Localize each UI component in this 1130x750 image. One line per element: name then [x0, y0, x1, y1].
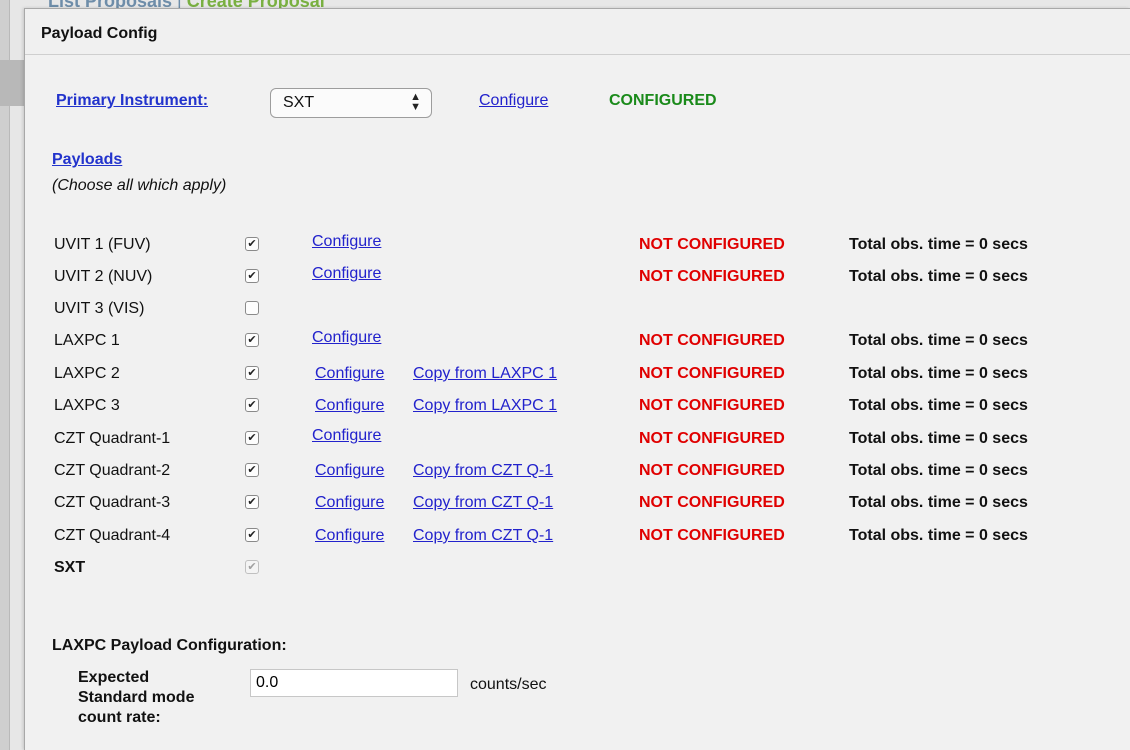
- payload-configure-link[interactable]: Configure: [315, 494, 384, 512]
- primary-instrument-selected: SXT: [283, 94, 315, 111]
- payload-total-time: Total obs. time = 0 secs: [849, 494, 1028, 511]
- payload-status: NOT CONFIGURED: [639, 268, 785, 285]
- payload-name: CZT Quadrant-3: [54, 494, 171, 511]
- payload-checkbox[interactable]: ✔: [245, 333, 259, 347]
- payload-configure-link[interactable]: Configure: [315, 527, 384, 545]
- payload-status: NOT CONFIGURED: [639, 527, 785, 544]
- payload-name: UVIT 3 (VIS): [54, 300, 145, 317]
- payload-configure-link[interactable]: Configure: [315, 462, 384, 480]
- laxpc-field-label-line1: Expected: [78, 669, 150, 686]
- payload-status: NOT CONFIGURED: [639, 365, 785, 382]
- payload-configure-link[interactable]: Configure: [315, 397, 384, 415]
- select-updown-icon: ▲ ▼: [410, 91, 421, 113]
- payload-checkbox[interactable]: ✔: [245, 398, 259, 412]
- payload-checkbox[interactable]: ✔: [245, 269, 259, 283]
- laxpc-count-rate-input[interactable]: [250, 669, 458, 697]
- payload-copy-link[interactable]: Copy from LAXPC 1: [413, 365, 557, 383]
- payload-total-time: Total obs. time = 0 secs: [849, 397, 1028, 414]
- payload-total-time: Total obs. time = 0 secs: [849, 236, 1028, 253]
- payload-copy-link[interactable]: Copy from CZT Q-1: [413, 462, 553, 480]
- payload-total-time: Total obs. time = 0 secs: [849, 365, 1028, 382]
- payload-configure-link[interactable]: Configure: [312, 265, 381, 283]
- laxpc-field-label: Expected Standard mode count rate:: [78, 668, 194, 728]
- payload-configure-link[interactable]: Configure: [312, 427, 381, 445]
- payload-checkbox[interactable]: ✔: [245, 431, 259, 445]
- payload-total-time: Total obs. time = 0 secs: [849, 462, 1028, 479]
- payload-checkbox[interactable]: ✔: [245, 463, 259, 477]
- payload-name: CZT Quadrant-4: [54, 527, 171, 544]
- background-left-band: [0, 60, 24, 106]
- payload-copy-link[interactable]: Copy from CZT Q-1: [413, 494, 553, 512]
- primary-status: CONFIGURED: [609, 92, 717, 109]
- payload-checkbox[interactable]: [245, 301, 259, 315]
- payload-configure-link[interactable]: Configure: [312, 233, 381, 251]
- payload-name: LAXPC 2: [54, 365, 120, 382]
- payload-name: LAXPC 3: [54, 397, 120, 414]
- payloads-hint: (Choose all which apply): [52, 177, 227, 194]
- payload-checkbox[interactable]: ✔: [245, 366, 259, 380]
- primary-instrument-select[interactable]: SXT ▲ ▼: [270, 88, 432, 118]
- laxpc-field-label-line3: count rate:: [78, 709, 161, 726]
- laxpc-config-heading: LAXPC Payload Configuration:: [52, 637, 287, 654]
- laxpc-unit: counts/sec: [470, 676, 547, 693]
- laxpc-field-label-line2: Standard mode: [78, 689, 195, 706]
- payload-total-time: Total obs. time = 0 secs: [849, 527, 1028, 544]
- payload-total-time: Total obs. time = 0 secs: [849, 268, 1028, 285]
- payload-configure-link[interactable]: Configure: [315, 365, 384, 383]
- payload-status: NOT CONFIGURED: [639, 430, 785, 447]
- payload-status: NOT CONFIGURED: [639, 397, 785, 414]
- payload-checkbox: ✔: [245, 560, 259, 574]
- background-left-strip: [0, 0, 10, 750]
- dialog-title-bar: Payload Config: [25, 9, 1130, 55]
- payload-name: SXT: [54, 559, 86, 576]
- payload-status: NOT CONFIGURED: [639, 236, 785, 253]
- payload-checkbox[interactable]: ✔: [245, 495, 259, 509]
- payload-status: NOT CONFIGURED: [639, 494, 785, 511]
- payload-total-time: Total obs. time = 0 secs: [849, 430, 1028, 447]
- payload-copy-link[interactable]: Copy from CZT Q-1: [413, 527, 553, 545]
- dialog-title: Payload Config: [41, 25, 158, 42]
- primary-instrument-link[interactable]: Primary Instrument:: [56, 92, 208, 110]
- payload-copy-link[interactable]: Copy from LAXPC 1: [413, 397, 557, 415]
- payload-total-time: Total obs. time = 0 secs: [849, 332, 1028, 349]
- payload-checkbox[interactable]: ✔: [245, 528, 259, 542]
- payload-configure-link[interactable]: Configure: [312, 329, 381, 347]
- payload-checkbox[interactable]: ✔: [245, 237, 259, 251]
- primary-configure-link[interactable]: Configure: [479, 92, 548, 110]
- payload-name: CZT Quadrant-2: [54, 462, 171, 479]
- payload-name: UVIT 2 (NUV): [54, 268, 153, 285]
- payload-status: NOT CONFIGURED: [639, 332, 785, 349]
- payload-name: UVIT 1 (FUV): [54, 236, 151, 253]
- payload-status: NOT CONFIGURED: [639, 462, 785, 479]
- payloads-link[interactable]: Payloads: [52, 151, 122, 169]
- payload-name: LAXPC 1: [54, 332, 120, 349]
- payload-name: CZT Quadrant-1: [54, 430, 171, 447]
